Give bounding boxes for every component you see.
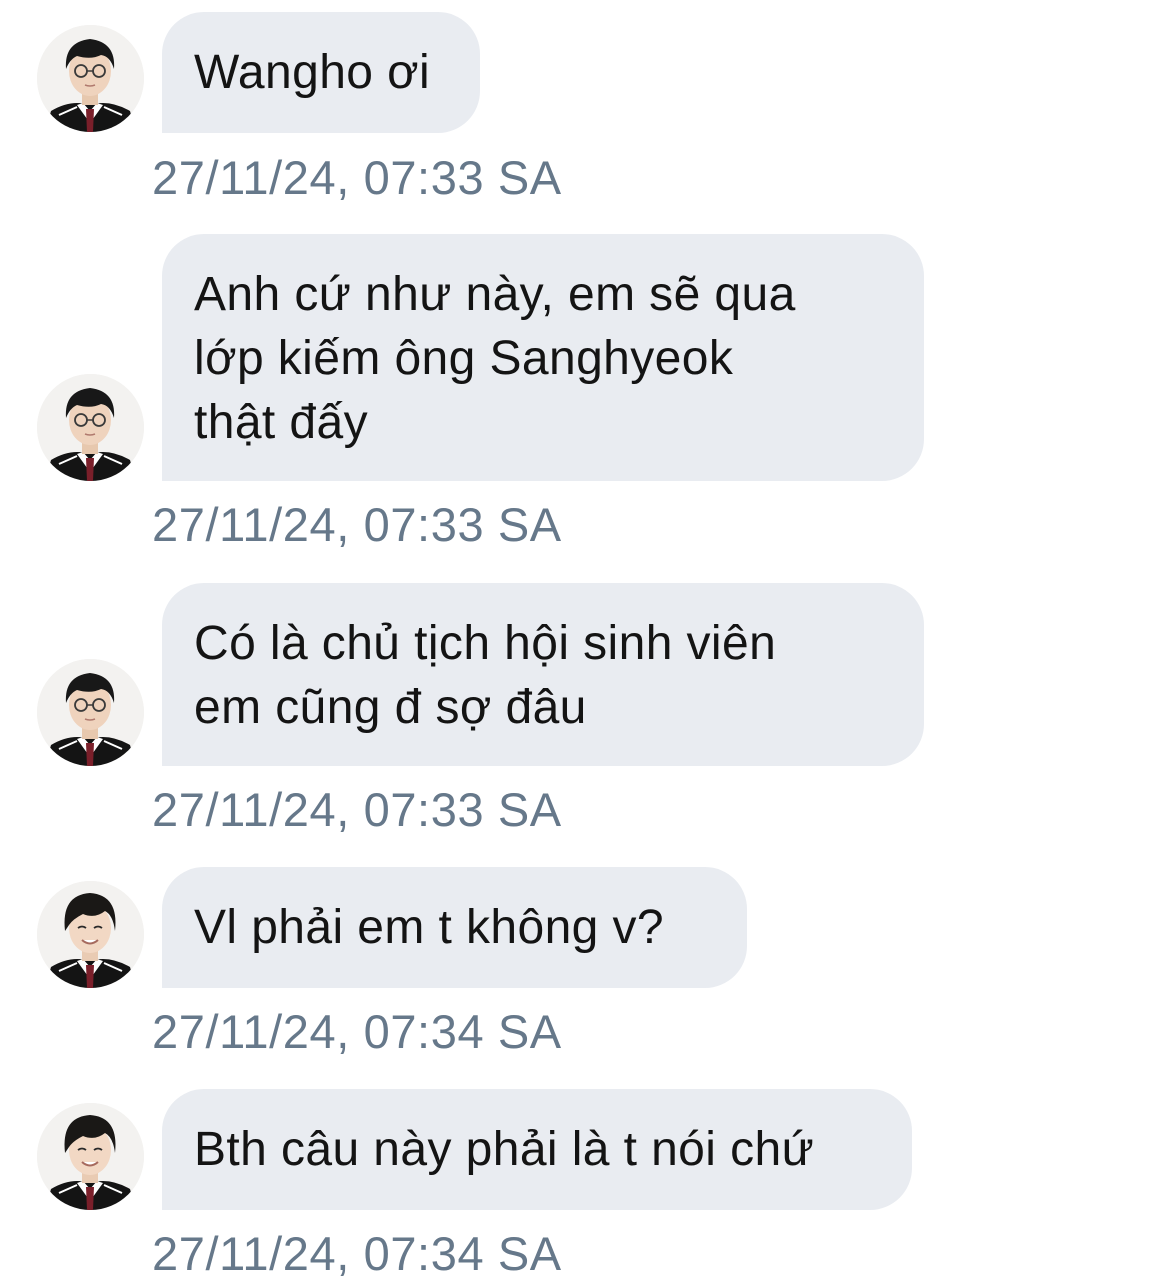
message-timestamp: 27/11/24, 07:33 SA bbox=[152, 498, 562, 551]
message-bubble[interactable]: Wangho ơi bbox=[162, 12, 480, 133]
smiling-boy-avatar-icon bbox=[37, 1103, 144, 1210]
message-timestamp: 27/11/24, 07:33 SA bbox=[152, 783, 562, 836]
message-bubble[interactable]: Anh cứ như này, em sẽ qua lớp kiếm ông S… bbox=[162, 234, 924, 481]
glasses-boy-avatar-icon bbox=[37, 25, 144, 132]
message-bubble[interactable]: Bth câu này phải là t nói chứ bbox=[162, 1089, 912, 1210]
smiling-boy-avatar-icon bbox=[37, 881, 144, 988]
message-bubble[interactable]: Vl phải em t không v? bbox=[162, 867, 747, 988]
message-timestamp: 27/11/24, 07:33 SA bbox=[152, 151, 562, 204]
glasses-boy-avatar-icon bbox=[37, 659, 144, 766]
avatar[interactable] bbox=[37, 659, 144, 766]
message-timestamp: 27/11/24, 07:34 SA bbox=[152, 1005, 562, 1058]
avatar[interactable] bbox=[37, 25, 144, 132]
message-timestamp: 27/11/24, 07:34 SA bbox=[152, 1227, 562, 1280]
avatar[interactable] bbox=[37, 881, 144, 988]
avatar[interactable] bbox=[37, 374, 144, 481]
glasses-boy-avatar-icon bbox=[37, 374, 144, 481]
avatar[interactable] bbox=[37, 1103, 144, 1210]
message-bubble[interactable]: Có là chủ tịch hội sinh viên em cũng đ s… bbox=[162, 583, 924, 766]
